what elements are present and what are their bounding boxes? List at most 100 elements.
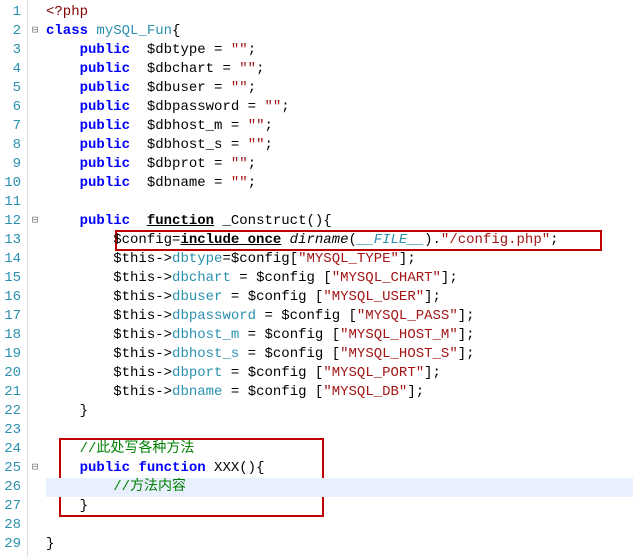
token-op: } — [46, 536, 54, 552]
token-var: $this — [113, 346, 155, 362]
token-op: = — [206, 156, 231, 172]
token-var: $dbname — [147, 175, 206, 191]
code-line[interactable]: <?php — [46, 3, 633, 22]
fold-column[interactable]: ⊟ ⊟ ⊟ — [28, 0, 42, 557]
fold-marker — [28, 79, 42, 98]
code-line[interactable]: public function _Construct(){ — [46, 212, 633, 231]
token-op — [130, 213, 147, 229]
token-op — [130, 118, 147, 134]
fold-marker[interactable]: ⊟ — [28, 22, 42, 41]
token-op: _Construct(){ — [214, 213, 332, 229]
line-number: 4 — [4, 60, 21, 79]
token-op — [130, 80, 147, 96]
token-str: "" — [248, 137, 265, 153]
token-str: "MYSQL_HOST_S" — [340, 346, 458, 362]
token-str: "MYSQL_USER" — [323, 289, 424, 305]
token-op — [46, 137, 80, 153]
token-kw: class — [46, 23, 88, 39]
fold-marker — [28, 497, 42, 516]
token-var: $config — [256, 270, 315, 286]
token-op — [46, 156, 80, 172]
code-line[interactable]: $config=include_once dirname(__FILE__)."… — [46, 231, 633, 250]
code-line[interactable]: $this->dbuser = $config ["MYSQL_USER"]; — [46, 288, 633, 307]
fold-marker[interactable]: ⊟ — [28, 212, 42, 231]
fold-marker — [28, 307, 42, 326]
token-str: "MYSQL_CHART" — [332, 270, 441, 286]
fold-marker — [28, 383, 42, 402]
token-var: $this — [113, 384, 155, 400]
code-editor[interactable]: 1234567891011121314151617181920212223242… — [0, 0, 633, 557]
token-var: $config — [248, 289, 307, 305]
code-line[interactable]: public $dbchart = ""; — [46, 60, 633, 79]
token-op — [46, 270, 113, 286]
code-line[interactable]: $this->dbport = $config ["MYSQL_PORT"]; — [46, 364, 633, 383]
code-line[interactable]: } — [46, 497, 633, 516]
token-op: -> — [155, 289, 172, 305]
code-line[interactable]: $this->dbhost_s = $config ["MYSQL_HOST_S… — [46, 345, 633, 364]
token-kw: public — [80, 118, 130, 134]
fold-marker — [28, 440, 42, 459]
fold-marker — [28, 269, 42, 288]
code-line[interactable] — [46, 516, 633, 535]
code-line[interactable]: //方法内容 — [46, 478, 633, 497]
token-op: ; — [248, 80, 256, 96]
token-var: $dbhost_m — [147, 118, 223, 134]
code-line[interactable]: //此处写各种方法 — [46, 440, 633, 459]
fold-marker — [28, 402, 42, 421]
token-str: "MYSQL_TYPE" — [298, 251, 399, 267]
code-line[interactable]: $this->dbpassword = $config ["MYSQL_PASS… — [46, 307, 633, 326]
code-line[interactable]: public $dbtype = ""; — [46, 41, 633, 60]
fold-marker — [28, 326, 42, 345]
code-line[interactable]: } — [46, 535, 633, 554]
token-var: $config — [248, 384, 307, 400]
token-op: -> — [155, 327, 172, 343]
token-str: "" — [248, 118, 265, 134]
code-line[interactable]: public $dbname = ""; — [46, 174, 633, 193]
fold-marker — [28, 136, 42, 155]
code-line[interactable]: $this->dbhost_m = $config ["MYSQL_HOST_M… — [46, 326, 633, 345]
code-line[interactable]: public $dbuser = ""; — [46, 79, 633, 98]
token-op: ; — [550, 232, 558, 248]
token-prop: dbtype — [172, 251, 222, 267]
code-line[interactable]: public $dbhost_s = ""; — [46, 136, 633, 155]
token-var: $dbtype — [147, 42, 206, 58]
token-kw: public — [80, 61, 130, 77]
fold-marker — [28, 345, 42, 364]
token-str: "" — [231, 156, 248, 172]
token-op: = — [222, 384, 247, 400]
code-line[interactable] — [46, 421, 633, 440]
code-line[interactable]: $this->dbname = $config ["MYSQL_DB"]; — [46, 383, 633, 402]
token-op — [130, 99, 147, 115]
token-fn2: dirname — [290, 232, 349, 248]
code-line[interactable]: class mySQL_Fun{ — [46, 22, 633, 41]
code-line[interactable]: public $dbprot = ""; — [46, 155, 633, 174]
token-op: [ — [323, 327, 340, 343]
fold-marker — [28, 60, 42, 79]
token-var: $config — [231, 251, 290, 267]
code-line[interactable]: $this->dbtype=$config["MYSQL_TYPE"]; — [46, 250, 633, 269]
code-line[interactable]: public $dbpassword = ""; — [46, 98, 633, 117]
token-op — [130, 175, 147, 191]
token-op — [46, 99, 80, 115]
token-op — [46, 441, 80, 457]
code-area[interactable]: <?phpclass mySQL_Fun{ public $dbtype = "… — [42, 0, 633, 557]
fold-marker — [28, 250, 42, 269]
token-kw: function — [138, 460, 205, 476]
token-op: = — [214, 61, 239, 77]
code-line[interactable]: $this->dbchart = $config ["MYSQL_CHART"]… — [46, 269, 633, 288]
token-op: -> — [155, 270, 172, 286]
code-line[interactable]: public function XXX(){ — [46, 459, 633, 478]
fold-marker[interactable]: ⊟ — [28, 459, 42, 478]
token-str: "" — [239, 61, 256, 77]
token-op: = — [239, 327, 264, 343]
token-op: = — [222, 118, 247, 134]
fold-marker — [28, 478, 42, 497]
fold-marker — [28, 193, 42, 212]
line-number: 14 — [4, 250, 21, 269]
token-op — [46, 251, 113, 267]
token-op — [46, 289, 113, 305]
code-line[interactable]: } — [46, 402, 633, 421]
code-line[interactable]: public $dbhost_m = ""; — [46, 117, 633, 136]
token-op: ; — [248, 42, 256, 58]
code-line[interactable] — [46, 193, 633, 212]
